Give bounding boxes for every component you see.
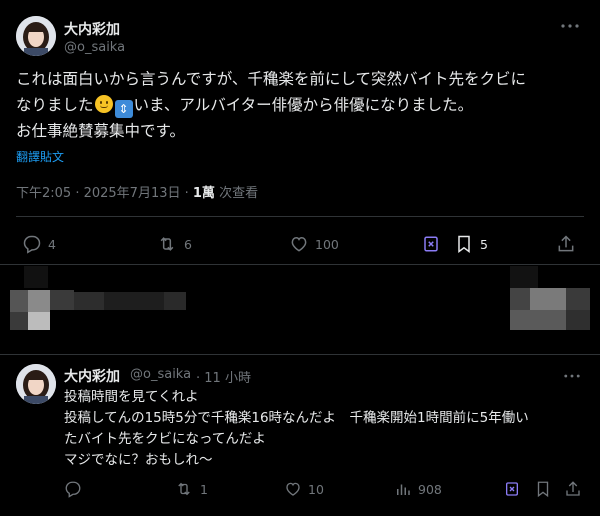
- post-text-line: なりました ⇕ いま、アルバイター俳優から俳優になりました。: [16, 92, 586, 118]
- avatar[interactable]: [16, 16, 56, 56]
- reply-button[interactable]: [64, 480, 82, 498]
- like-count: 100: [315, 236, 339, 252]
- blur-block: [74, 292, 104, 310]
- bookmark-icon: [537, 481, 549, 498]
- display-name[interactable]: 大内彩加: [64, 19, 120, 39]
- blur-block: [566, 310, 590, 330]
- views-icon: [397, 484, 410, 495]
- like-button[interactable]: 100: [289, 234, 339, 254]
- blur-block: [510, 266, 538, 288]
- bookmark-button[interactable]: [534, 480, 552, 498]
- views-count: 908: [418, 481, 442, 497]
- like-button[interactable]: 10: [284, 480, 324, 498]
- more-icon[interactable]: [560, 16, 580, 36]
- reply-icon: [23, 235, 41, 254]
- divider: [16, 216, 584, 217]
- divider: [0, 354, 600, 355]
- blurred-content: [0, 266, 600, 336]
- blur-block: [24, 266, 48, 288]
- reply-button[interactable]: 4: [22, 234, 56, 254]
- share-button[interactable]: [556, 234, 576, 254]
- divider: [0, 264, 600, 265]
- blur-block: [164, 292, 186, 310]
- handle[interactable]: @o_saika: [64, 40, 125, 55]
- like-count: 10: [308, 481, 324, 497]
- views-button[interactable]: 908: [394, 480, 442, 498]
- repost-button[interactable]: 6: [156, 234, 192, 254]
- reply-text-line: マジでなに？おもしれ〜: [64, 452, 213, 468]
- bookmark-icon: [458, 235, 470, 253]
- post-text-line: これは面白いから言うんですが、千穐楽を前にして突然バイト先をクビに: [16, 70, 526, 88]
- repost-button[interactable]: 1: [174, 480, 208, 498]
- repost-count: 6: [184, 236, 192, 252]
- repost-count: 1: [200, 481, 208, 497]
- reply-icon: [65, 481, 81, 498]
- display-name[interactable]: 大内彩加: [64, 366, 120, 386]
- up-down-arrow-emoji-icon: ⇕: [114, 100, 133, 118]
- views-count: 1萬: [192, 186, 215, 201]
- bookmark-button[interactable]: 5: [454, 234, 488, 254]
- reply-text-line: たバイト先をクビになってんだよ: [64, 431, 266, 447]
- bookmark-count: 5: [480, 236, 488, 252]
- reply-text-line: 投稿してんの15時5分で千穐楽16時なんだよ 千穐楽開始1時間前に5年働い: [64, 410, 529, 426]
- repost-icon: [160, 237, 174, 251]
- post-text: これは面白いから言うんですが、千穐楽を前にして突然バイト先をクビに なりました ⇕…: [16, 66, 586, 144]
- blur-block: [50, 290, 74, 310]
- reply-text-line: 投稿時間を見てくれよ: [64, 389, 199, 405]
- blur-block: [510, 288, 530, 310]
- post-text-segment: なりました: [16, 96, 94, 114]
- post-meta: 下午2:05 · 2025年7月13日 · 1萬 次查看: [16, 182, 258, 201]
- views-label: 次查看: [214, 186, 259, 201]
- grok-button[interactable]: [422, 234, 440, 254]
- grok-icon: [506, 482, 518, 496]
- blur-block: [566, 288, 590, 312]
- blur-block: [10, 290, 28, 312]
- grok-icon: [424, 236, 438, 252]
- reply-time[interactable]: · 11 小時: [196, 367, 251, 386]
- share-icon: [566, 481, 580, 496]
- blur-block: [28, 290, 50, 312]
- blur-block: [510, 310, 566, 330]
- like-icon: [291, 236, 307, 252]
- share-button[interactable]: [564, 480, 582, 498]
- smile-emoji-icon: [94, 95, 113, 113]
- blur-block: [28, 312, 50, 330]
- post-text-line: お仕事絶賛募集中です。: [16, 122, 185, 140]
- post-text-segment: いま、アルバイター俳優から俳優になりました。: [133, 96, 474, 114]
- timestamp[interactable]: 下午2:05 · 2025年7月13日 ·: [16, 186, 193, 201]
- more-icon[interactable]: [562, 366, 582, 386]
- translate-post-link[interactable]: 翻譯貼文: [16, 148, 64, 165]
- reply-count: 4: [48, 236, 56, 252]
- avatar[interactable]: [16, 364, 56, 404]
- grok-button[interactable]: [504, 480, 520, 498]
- blur-block: [10, 312, 28, 330]
- reply-text: 投稿時間を見てくれよ 投稿してんの15時5分で千穐楽16時なんだよ 千穐楽開始1…: [64, 387, 584, 471]
- blur-block: [104, 292, 164, 310]
- repost-icon: [178, 482, 190, 496]
- share-icon: [558, 235, 574, 252]
- handle[interactable]: @o_saika: [130, 367, 191, 382]
- blur-block: [530, 288, 566, 312]
- like-icon: [286, 482, 300, 496]
